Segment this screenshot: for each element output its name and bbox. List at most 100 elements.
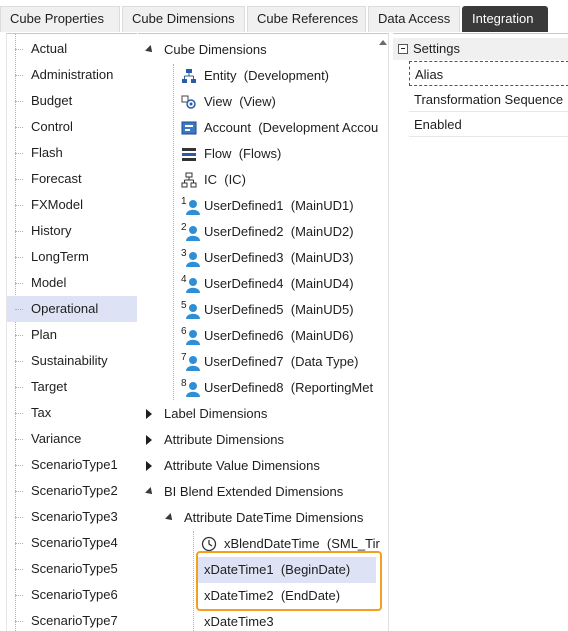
scenario-item[interactable]: Flash [7, 140, 137, 166]
tree-node-label: UserDefined6 (MainUD6) [204, 328, 354, 343]
scenario-item[interactable]: Actual [7, 36, 137, 62]
scenario-item[interactable]: Control [7, 114, 137, 140]
scenario-item[interactable]: ScenarioType2 [7, 478, 137, 504]
user-defined-icon [186, 200, 200, 215]
scenario-item[interactable]: ScenarioType7 [7, 608, 137, 631]
tree-node-label: xDateTime1 (BeginDate) [204, 562, 351, 577]
tree-node-label: UserDefined2 (MainUD2) [204, 224, 354, 239]
entity-hierarchy-icon [182, 69, 196, 83]
tree-node-label: Cube Dimensions [164, 42, 267, 57]
tree-node-label: UserDefined1 (MainUD1) [204, 198, 354, 213]
tree-node-userdefined2[interactable]: 2 UserDefined2 (MainUD2) [138, 219, 378, 245]
tree-node-userdefined3[interactable]: 3 UserDefined3 (MainUD3) [138, 245, 378, 271]
tree-node-cube-dimensions[interactable]: Cube Dimensions [138, 37, 378, 63]
tree-node-label: xBlendDateTime (SML_Tir [224, 536, 380, 551]
scenario-item[interactable]: Forecast [7, 166, 137, 192]
collapsed-caret-icon[interactable] [146, 409, 152, 419]
tree-node-label: Entity (Development) [204, 68, 330, 83]
tree-node-attribute-value-dimensions[interactable]: Attribute Value Dimensions [138, 453, 378, 479]
scroll-up-arrow-icon[interactable] [379, 40, 387, 45]
tree-node-ic[interactable]: IC (IC) [138, 167, 378, 193]
tree-node-userdefined4[interactable]: 4 UserDefined4 (MainUD4) [138, 271, 378, 297]
tree-node-label: UserDefined5 (MainUD5) [204, 302, 354, 317]
property-transformation-sequence[interactable]: Transformation Sequence [409, 87, 568, 112]
tab-bar: Cube Properties Cube Dimensions Cube Ref… [0, 0, 568, 33]
tree-node-label: Account (Development Accou [204, 120, 379, 135]
tree-node-xdatetime1[interactable]: xDateTime1 (BeginDate) [198, 557, 376, 583]
tree-node-xdatetime3[interactable]: xDateTime3 [198, 609, 376, 631]
dimension-tree-pane: Cube Dimensions Entity (Development) Vie… [138, 33, 389, 631]
account-icon [181, 121, 197, 135]
user-defined-icon [186, 252, 200, 267]
tree-node-userdefined8[interactable]: 8 UserDefined8 (ReportingMet [138, 375, 378, 401]
tree-node-label: Attribute Dimensions [164, 432, 284, 447]
scenario-list: Actual Administration Budget Control Fla… [7, 36, 137, 631]
scenario-item[interactable]: ScenarioType1 [7, 452, 137, 478]
tree-node-account[interactable]: Account (Development Accou [138, 115, 378, 141]
property-alias[interactable]: Alias [409, 61, 568, 86]
tree-node-userdefined1[interactable]: 1 UserDefined1 (MainUD1) [138, 193, 378, 219]
scenario-item[interactable]: Variance [7, 426, 137, 452]
tab-cube-references[interactable]: Cube References [247, 6, 366, 32]
tree-node-entity[interactable]: Entity (Development) [138, 63, 378, 89]
tree-node-flow[interactable]: Flow (Flows) [138, 141, 378, 167]
scenario-item[interactable]: Model [7, 270, 137, 296]
tree-node-view[interactable]: View (View) [138, 89, 378, 115]
scenario-item[interactable]: LongTerm [7, 244, 137, 270]
expanded-caret-icon[interactable] [145, 45, 155, 55]
tree-node-userdefined5[interactable]: 5 UserDefined5 (MainUD5) [138, 297, 378, 323]
tree-node-attribute-dimensions[interactable]: Attribute Dimensions [138, 427, 378, 453]
tree-node-xdatetime2[interactable]: xDateTime2 (EndDate) [198, 583, 376, 609]
scenario-item[interactable]: ScenarioType5 [7, 556, 137, 582]
settings-pane: Settings Alias Transformation Sequence E… [393, 33, 568, 631]
scenario-item[interactable]: Plan [7, 322, 137, 348]
collapsed-caret-icon[interactable] [146, 461, 152, 471]
scenario-item[interactable]: History [7, 218, 137, 244]
expanded-caret-icon[interactable] [165, 513, 175, 523]
expanded-caret-icon[interactable] [145, 487, 155, 497]
tree-node-label: UserDefined8 (ReportingMet [204, 380, 374, 395]
tree-node-label: Attribute Value Dimensions [164, 458, 320, 473]
tab-cube-properties[interactable]: Cube Properties [0, 6, 120, 32]
flow-icon [182, 148, 196, 161]
user-defined-icon [186, 226, 200, 241]
property-label: Enabled [414, 117, 462, 132]
user-defined-icon [186, 382, 200, 397]
tree-node-attribute-datetime[interactable]: Attribute DateTime Dimensions [138, 505, 378, 531]
scenario-item[interactable]: Target [7, 374, 137, 400]
tree-node-label: Flow (Flows) [204, 146, 282, 161]
settings-header[interactable]: Settings [393, 38, 568, 60]
tree-node-label: xDateTime2 (EndDate) [204, 588, 341, 603]
clock-icon [201, 536, 217, 552]
tree-node-xblenddatetime[interactable]: xBlendDateTime (SML_Tir [138, 531, 380, 557]
scenario-item[interactable]: Sustainability [7, 348, 137, 374]
tree-node-label: IC (IC) [204, 172, 246, 187]
scenario-item[interactable]: Budget [7, 88, 137, 114]
tab-cube-dimensions[interactable]: Cube Dimensions [122, 6, 245, 32]
scenario-item[interactable]: FXModel [7, 192, 137, 218]
user-defined-icon [186, 330, 200, 345]
tree-node-label: UserDefined3 (MainUD3) [204, 250, 354, 265]
collapse-minus-icon[interactable] [398, 44, 408, 54]
scenario-item-selected[interactable]: Operational [7, 296, 137, 322]
tree-node-label: UserDefined4 (MainUD4) [204, 276, 354, 291]
tree-node-bi-blend[interactable]: BI Blend Extended Dimensions [138, 479, 378, 505]
tree-node-label: BI Blend Extended Dimensions [164, 484, 344, 499]
view-icon [181, 95, 196, 109]
scenario-list-pane: Actual Administration Budget Control Fla… [6, 33, 137, 631]
collapsed-caret-icon[interactable] [146, 435, 152, 445]
scenario-item[interactable]: Tax [7, 400, 137, 426]
tree-node-label-dimensions[interactable]: Label Dimensions [138, 401, 378, 427]
tree-node-userdefined7[interactable]: 7 UserDefined7 (Data Type) [138, 349, 378, 375]
tab-data-access[interactable]: Data Access [368, 6, 460, 32]
user-defined-icon [186, 356, 200, 371]
scenario-item[interactable]: Administration [7, 62, 137, 88]
scenario-item[interactable]: ScenarioType4 [7, 530, 137, 556]
scenario-item[interactable]: ScenarioType6 [7, 582, 137, 608]
tab-integration[interactable]: Integration [462, 6, 548, 32]
scenario-item[interactable]: ScenarioType3 [7, 504, 137, 530]
ic-hierarchy-icon [181, 172, 197, 188]
tree-node-userdefined6[interactable]: 6 UserDefined6 (MainUD6) [138, 323, 378, 349]
tree-node-label: xDateTime3 [204, 614, 274, 629]
property-enabled[interactable]: Enabled [409, 112, 568, 137]
